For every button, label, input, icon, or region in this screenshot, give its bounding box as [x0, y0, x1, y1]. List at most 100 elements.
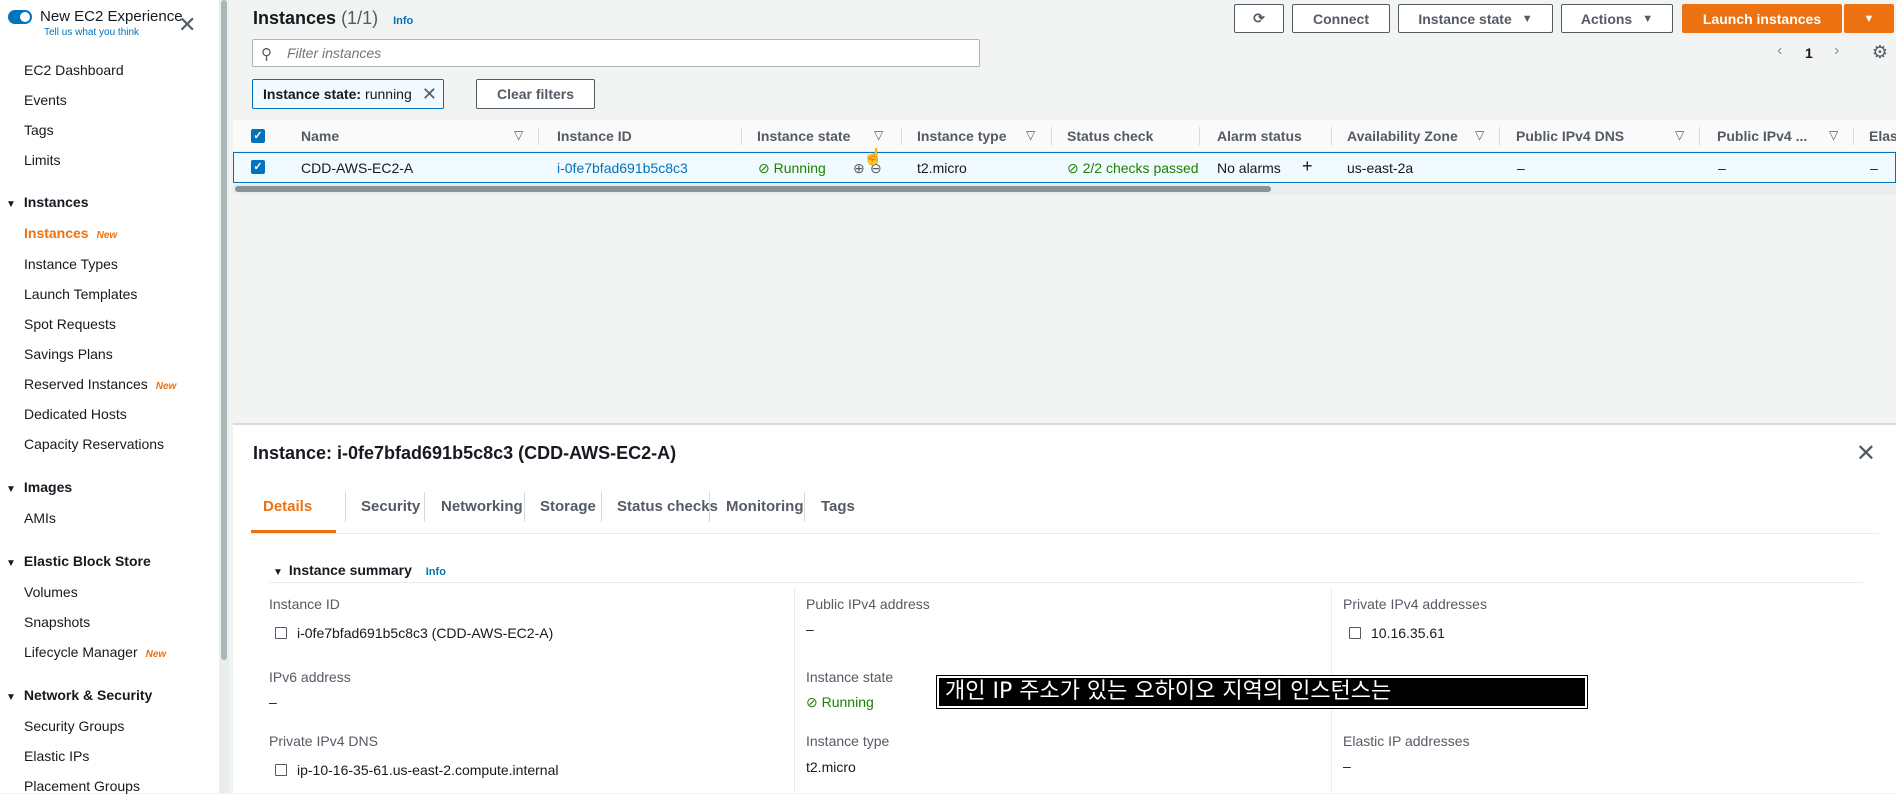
new-experience-title: New EC2 Experience	[40, 8, 183, 25]
elastic-ip-value: –	[1343, 758, 1351, 774]
copy-icon[interactable]	[275, 627, 287, 639]
sidebar-item-placement-groups[interactable]: Placement Groups	[24, 778, 140, 794]
tab-storage[interactable]: Storage	[540, 498, 596, 515]
scrollbar-thumb[interactable]	[235, 186, 1271, 192]
launch-dropdown-button[interactable]: ▼	[1844, 4, 1894, 33]
tab-details[interactable]: Details	[263, 498, 312, 515]
connect-button[interactable]: Connect	[1292, 4, 1390, 33]
instance-type-value: t2.micro	[806, 759, 856, 775]
column-header-public-ipv4[interactable]: Public IPv4 ...	[1717, 128, 1807, 144]
copy-icon[interactable]	[1349, 627, 1361, 639]
sidebar-section-ebs[interactable]: ▼ Elastic Block Store	[6, 553, 151, 569]
sort-icon[interactable]: ▽	[1026, 128, 1035, 142]
sidebar-section-instances[interactable]: ▼ Instances	[6, 194, 89, 210]
private-dns-value: ip-10-16-35-61.us-east-2.compute.interna…	[275, 762, 558, 778]
column-separator[interactable]	[1853, 127, 1854, 145]
column-separator[interactable]	[538, 127, 539, 145]
sidebar-item-amis[interactable]: AMIs	[24, 510, 56, 526]
instance-state-button[interactable]: Instance state ▼	[1398, 4, 1553, 33]
tab-tags[interactable]: Tags	[821, 498, 855, 515]
sidebar-item-dedicated-hosts[interactable]: Dedicated Hosts	[24, 406, 127, 422]
sidebar-item-lifecycle-manager[interactable]: Lifecycle Manager New	[24, 644, 166, 660]
sidebar-section-network-security[interactable]: ▼ Network & Security	[6, 687, 152, 703]
launch-instances-button[interactable]: Launch instances	[1682, 4, 1842, 33]
clear-filters-button[interactable]: Clear filters	[476, 79, 595, 109]
sidebar-item-events[interactable]: Events	[24, 92, 67, 108]
column-header-availability-zone[interactable]: Availability Zone	[1347, 128, 1458, 144]
scrollbar-thumb[interactable]	[221, 0, 227, 660]
sort-icon[interactable]: ▽	[1475, 128, 1484, 142]
copy-icon[interactable]	[275, 764, 287, 776]
sidebar-item-ec2-dashboard[interactable]: EC2 Dashboard	[24, 62, 124, 78]
column-separator[interactable]	[1499, 127, 1500, 145]
sort-icon[interactable]: ▽	[874, 128, 883, 142]
tab-monitoring[interactable]: Monitoring	[726, 498, 803, 515]
close-icon[interactable]: ✕	[1856, 439, 1876, 468]
sidebar-item-security-groups[interactable]: Security Groups	[24, 718, 124, 734]
sort-icon[interactable]: ▽	[1829, 128, 1838, 142]
close-icon[interactable]: ✕	[178, 14, 196, 36]
feedback-link[interactable]: Tell us what you think	[44, 27, 183, 38]
column-header-status-check[interactable]: Status check	[1067, 128, 1153, 144]
sidebar-item-launch-templates[interactable]: Launch Templates	[24, 286, 137, 302]
sidebar-scrollbar[interactable]	[219, 0, 229, 793]
sidebar-item-instance-types[interactable]: Instance Types	[24, 256, 118, 272]
column-header-public-dns[interactable]: Public IPv4 DNS	[1516, 128, 1624, 144]
sidebar-item-elastic-ips[interactable]: Elastic IPs	[24, 748, 89, 764]
cell-instance-id-link[interactable]: i-0fe7bfad691b5c8c3	[557, 160, 688, 176]
cell-public-dns: –	[1517, 160, 1525, 176]
tab-status-checks[interactable]: Status checks	[617, 498, 718, 515]
search-input[interactable]	[287, 44, 967, 62]
column-separator[interactable]	[1199, 127, 1200, 145]
column-separator[interactable]	[741, 127, 742, 145]
tab-networking[interactable]: Networking	[441, 498, 523, 515]
row-checkbox[interactable]: ✓	[251, 160, 265, 174]
table-row[interactable]: ✓ CDD-AWS-EC2-A i-0fe7bfad691b5c8c3 ⊘ Ru…	[233, 152, 1896, 183]
sidebar-item-tags[interactable]: Tags	[24, 122, 54, 138]
sidebar-item-savings-plans[interactable]: Savings Plans	[24, 346, 113, 362]
add-alarm-icon[interactable]: +	[1302, 156, 1313, 177]
sort-icon[interactable]: ▽	[514, 128, 523, 142]
sidebar-item-limits[interactable]: Limits	[24, 152, 61, 168]
column-header-elastic[interactable]: Elast	[1869, 128, 1896, 144]
cell-availability-zone: us-east-2a	[1347, 160, 1414, 176]
check-circle-icon: ⊘	[806, 694, 818, 710]
sidebar-item-capacity-reservations[interactable]: Capacity Reservations	[24, 436, 164, 452]
page-number[interactable]: 1	[1805, 45, 1813, 61]
sidebar-section-images[interactable]: ▼ Images	[6, 479, 72, 495]
tab-security[interactable]: Security	[361, 498, 420, 515]
caret-down-icon: ▼	[1642, 12, 1654, 25]
toggle-icon[interactable]	[8, 10, 32, 24]
sidebar-item-snapshots[interactable]: Snapshots	[24, 614, 90, 630]
column-separator[interactable]	[1051, 127, 1052, 145]
column-header-name[interactable]: Name	[301, 128, 339, 144]
next-page-icon[interactable]: ›	[1834, 42, 1839, 60]
caret-down-icon: ▼	[273, 567, 283, 578]
sidebar-item-instances[interactable]: Instances New	[24, 225, 117, 241]
gear-icon[interactable]: ⚙	[1872, 42, 1888, 63]
column-header-instance-id[interactable]: Instance ID	[557, 128, 632, 144]
info-link[interactable]: Info	[426, 566, 446, 578]
caret-down-icon: ▼	[6, 484, 16, 495]
column-separator[interactable]	[1331, 127, 1332, 145]
actions-button[interactable]: Actions ▼	[1561, 4, 1673, 33]
sidebar-item-reserved-instances[interactable]: Reserved Instances New	[24, 376, 176, 392]
prev-page-icon[interactable]: ‹	[1777, 42, 1782, 60]
column-header-instance-state[interactable]: Instance state	[757, 128, 850, 144]
select-all-checkbox[interactable]: ✓	[251, 129, 265, 143]
remove-filter-icon[interactable]: ✕	[422, 84, 437, 105]
refresh-button[interactable]: ⟳	[1234, 4, 1284, 33]
column-separator[interactable]	[901, 127, 902, 145]
column-separator[interactable]	[1699, 127, 1700, 145]
sort-icon[interactable]: ▽	[1675, 128, 1684, 142]
instance-summary-header[interactable]: ▼ Instance summary Info	[273, 562, 446, 578]
caret-down-icon: ▼	[6, 692, 16, 703]
tab-separator	[709, 492, 710, 522]
info-link[interactable]: Info	[393, 15, 413, 27]
sidebar-item-volumes[interactable]: Volumes	[24, 584, 78, 600]
column-header-instance-type[interactable]: Instance type	[917, 128, 1006, 144]
column-header-alarm-status[interactable]: Alarm status	[1217, 128, 1302, 144]
search-box[interactable]: ⚲	[252, 39, 980, 67]
sidebar-item-spot-requests[interactable]: Spot Requests	[24, 316, 116, 332]
new-experience-toggle[interactable]: New EC2 Experience Tell us what you thin…	[8, 8, 183, 38]
